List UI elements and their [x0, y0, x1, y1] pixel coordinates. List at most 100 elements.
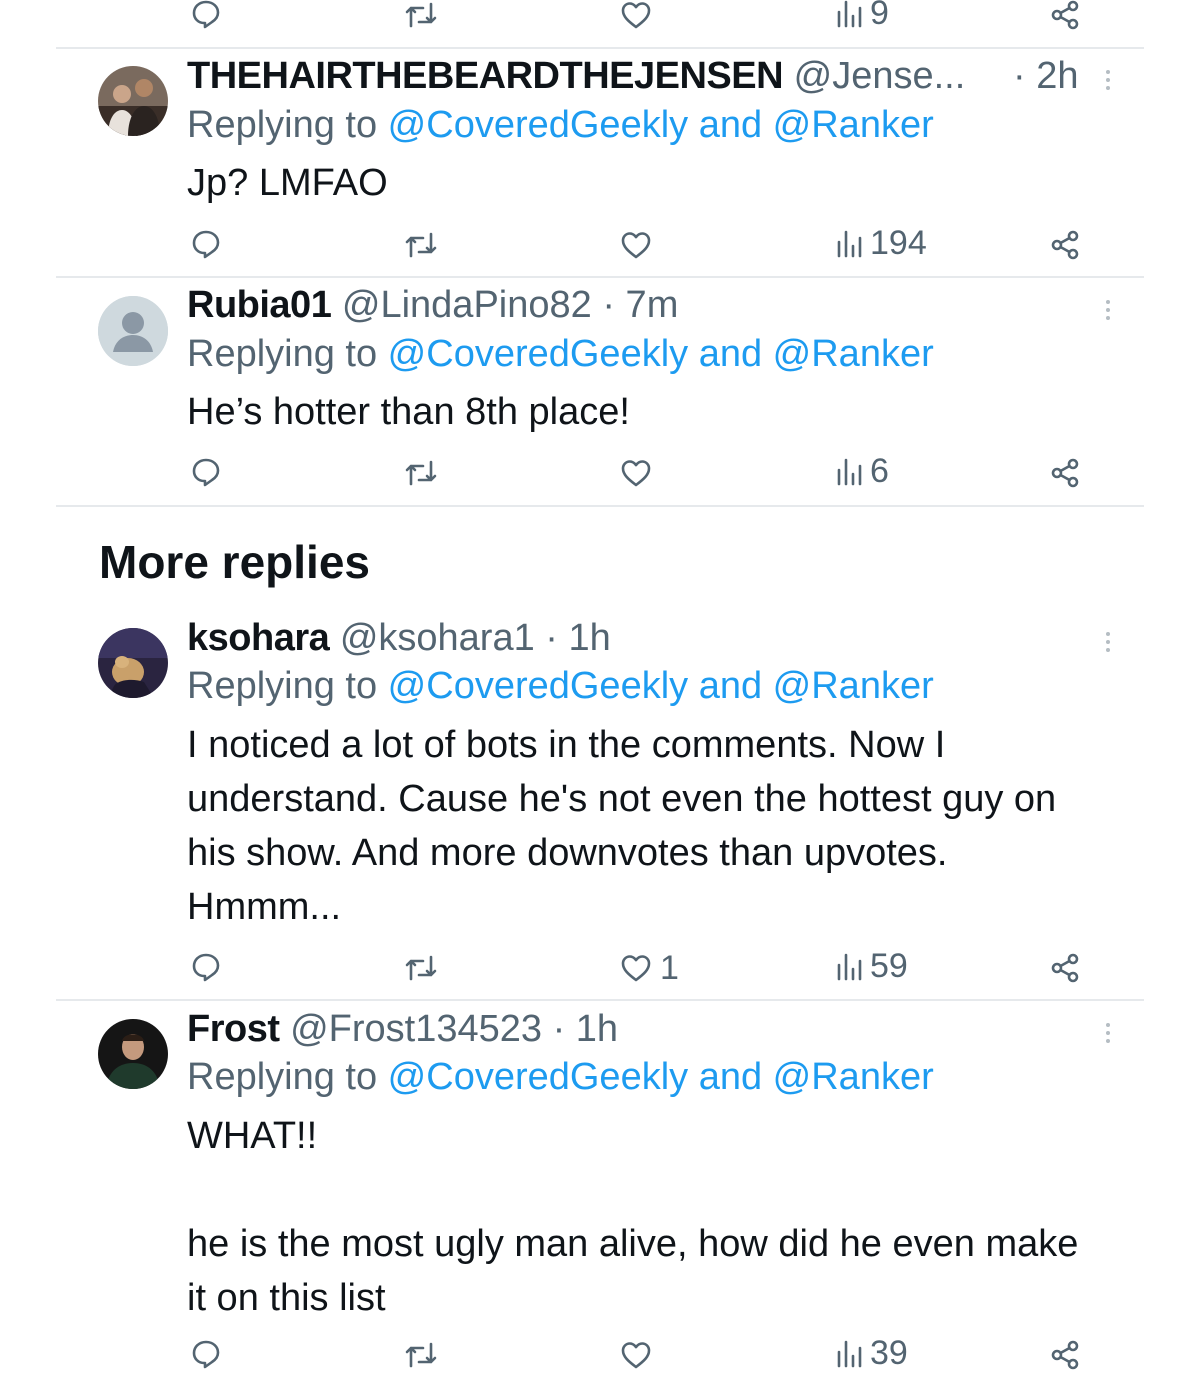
avatar[interactable]	[98, 66, 168, 136]
tweet-actions: 1 59	[0, 949, 1200, 989]
reply-button[interactable]	[190, 228, 222, 260]
more-options-button[interactable]	[1102, 70, 1114, 94]
retweet-icon	[405, 955, 437, 981]
share-button[interactable]	[1050, 0, 1080, 30]
display-name[interactable]: THEHAIRTHEBEARDTHEJENSEN	[187, 55, 784, 97]
tweet-actions: 6	[0, 454, 1200, 494]
reply-icon	[192, 1340, 220, 1369]
reply-icon	[192, 230, 220, 259]
heart-icon	[621, 2, 651, 29]
heart-icon	[621, 460, 651, 487]
views-icon	[837, 458, 862, 486]
reply-button[interactable]	[190, 456, 222, 488]
share-icon	[1051, 953, 1079, 983]
replying-to-label: Replying to	[187, 104, 388, 146]
share-button[interactable]	[1050, 1340, 1080, 1370]
share-icon	[1051, 1340, 1079, 1370]
more-options-button[interactable]	[1102, 632, 1114, 656]
like-button[interactable]	[620, 458, 652, 488]
tweet-text: I noticed a lot of bots in the comments.…	[187, 724, 1067, 928]
share-icon	[1051, 230, 1079, 260]
mention-link[interactable]: @CoveredGeekly and @Ranker	[388, 1056, 934, 1098]
display-name[interactable]: Frost	[187, 1008, 280, 1050]
reply-icon	[192, 953, 220, 982]
retweet-button[interactable]	[404, 1340, 438, 1370]
timestamp[interactable]: · 2h	[1013, 53, 1078, 99]
heart-icon	[621, 955, 651, 982]
display-name[interactable]: ksohara	[187, 617, 330, 659]
replying-to-label: Replying to	[187, 333, 388, 375]
divider	[56, 47, 1144, 49]
user-handle[interactable]: @ksohara1	[340, 617, 535, 659]
heart-icon	[621, 1342, 651, 1369]
divider	[56, 505, 1144, 507]
timestamp[interactable]: · 1h	[553, 1008, 618, 1050]
views-count: 9	[870, 0, 889, 32]
replying-to: Replying to @CoveredGeekly and @Ranker	[187, 331, 934, 377]
like-button[interactable]	[620, 230, 652, 260]
reply-button[interactable]	[190, 951, 222, 983]
avatar[interactable]	[98, 296, 168, 366]
mention-link[interactable]: @CoveredGeekly and @Ranker	[388, 333, 934, 375]
views-count: 59	[870, 947, 908, 985]
share-icon	[1051, 0, 1079, 30]
more-options-button[interactable]	[1102, 1023, 1114, 1047]
share-button[interactable]	[1050, 953, 1080, 983]
retweet-button[interactable]	[404, 458, 438, 488]
tweet-actions: 39	[0, 1336, 1200, 1376]
reply-icon	[192, 0, 220, 29]
share-button[interactable]	[1050, 458, 1080, 488]
retweet-icon	[405, 1342, 437, 1368]
retweet-icon	[405, 2, 437, 28]
display-name[interactable]: Rubia01	[187, 284, 332, 326]
views-icon	[837, 953, 862, 981]
default-avatar-icon	[98, 296, 168, 366]
retweet-icon	[405, 460, 437, 486]
divider	[56, 999, 1144, 1001]
tweet-actions: 194	[0, 226, 1200, 266]
views-button[interactable]: 9	[836, 0, 889, 30]
heart-icon	[621, 232, 651, 259]
views-icon	[837, 0, 862, 28]
user-handle[interactable]: @Frost134523	[290, 1008, 542, 1050]
reply-icon	[192, 458, 220, 487]
like-button[interactable]	[620, 1340, 652, 1370]
share-button[interactable]	[1050, 230, 1080, 260]
replying-to: Replying to @CoveredGeekly and @Ranker	[187, 1054, 934, 1100]
mention-link[interactable]: @CoveredGeekly and @Ranker	[388, 665, 934, 707]
more-replies-heading: More replies	[99, 536, 370, 588]
tweet-text: He’s hotter than 8th place!	[187, 391, 630, 433]
timestamp[interactable]: · 7m	[602, 284, 678, 326]
replying-to-label: Replying to	[187, 1056, 388, 1098]
reply-button[interactable]	[190, 1338, 222, 1370]
replying-to: Replying to @CoveredGeekly and @Ranker	[187, 663, 934, 709]
views-button[interactable]: 194	[836, 226, 927, 260]
user-handle[interactable]: @LindaPino82	[342, 284, 592, 326]
avatar[interactable]	[98, 628, 168, 698]
tweet-text: WHAT!! he is the most ugly man alive, ho…	[187, 1115, 1079, 1319]
more-options-button[interactable]	[1102, 300, 1114, 324]
replying-to-label: Replying to	[187, 665, 388, 707]
tweet-header: Frost @Frost134523 · 1h	[187, 1006, 618, 1052]
share-icon	[1051, 458, 1079, 488]
avatar[interactable]	[98, 1019, 168, 1089]
retweet-button[interactable]	[404, 230, 438, 260]
reply-button[interactable]	[190, 0, 222, 30]
like-button[interactable]: 1	[620, 951, 679, 985]
timestamp[interactable]: · 1h	[545, 617, 610, 659]
like-button[interactable]	[620, 0, 652, 30]
mention-link[interactable]: @CoveredGeekly and @Ranker	[388, 104, 934, 146]
like-count: 1	[660, 949, 679, 987]
tweet-header: Rubia01 @LindaPino82 · 7m	[187, 282, 678, 328]
retweet-icon	[405, 232, 437, 258]
retweet-button[interactable]	[404, 953, 438, 983]
views-button[interactable]: 59	[836, 949, 908, 983]
tweet-header: THEHAIRTHEBEARDTHEJENSEN @Jense...	[187, 53, 965, 99]
views-count: 194	[870, 224, 927, 262]
views-button[interactable]: 6	[836, 454, 889, 488]
replying-to: Replying to @CoveredGeekly and @Ranker	[187, 102, 934, 148]
user-handle[interactable]: @Jense...	[794, 55, 966, 97]
views-count: 6	[870, 452, 889, 490]
retweet-button[interactable]	[404, 0, 438, 30]
tweet-header: ksohara @ksohara1 · 1h	[187, 615, 611, 661]
